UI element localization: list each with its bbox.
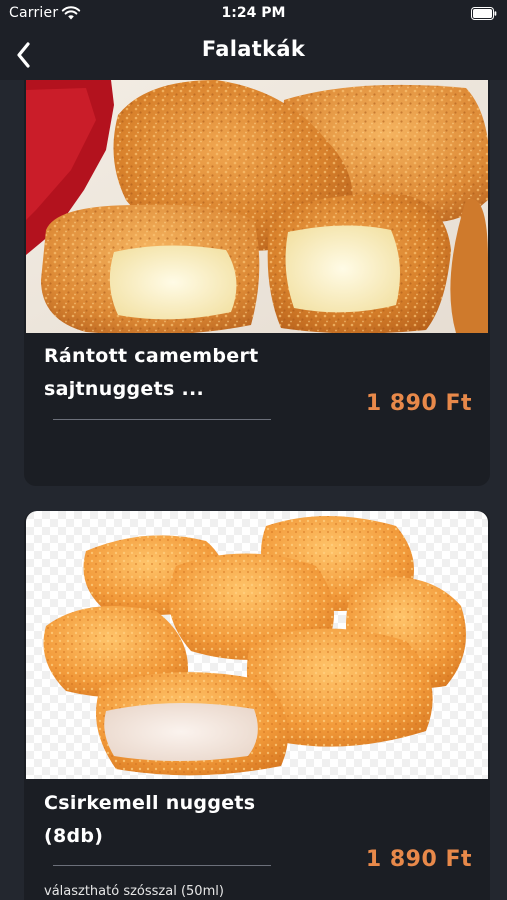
chicken-nuggets-photo [26, 511, 488, 779]
nav-bar: Falatkák [0, 28, 507, 80]
battery-icon [471, 7, 497, 20]
fried-camembert-nuggets-photo [26, 80, 488, 333]
product-card[interactable]: Rántott camembert sajtnuggets ... 1 890 … [24, 80, 490, 486]
divider [53, 865, 271, 866]
product-description: választható szósszal (50ml) [44, 884, 224, 899]
product-price: 1 890 Ft [365, 391, 472, 416]
product-card[interactable]: Csirkemell nuggets (8db) 1 890 Ft válasz… [24, 511, 490, 900]
product-price: 1 890 Ft [365, 847, 472, 872]
page-title: Falatkák [201, 37, 306, 61]
status-time: 1:24 PM [221, 5, 286, 21]
product-title: Csirkemell nuggets (8db) [44, 792, 256, 847]
status-bar: Carrier 1:24 PM [0, 0, 507, 28]
product-title: Rántott camembert sajtnuggets ... [44, 345, 259, 400]
divider [53, 419, 271, 420]
screen: Carrier 1:24 PM Falatkák Rántott camembe… [0, 0, 507, 900]
